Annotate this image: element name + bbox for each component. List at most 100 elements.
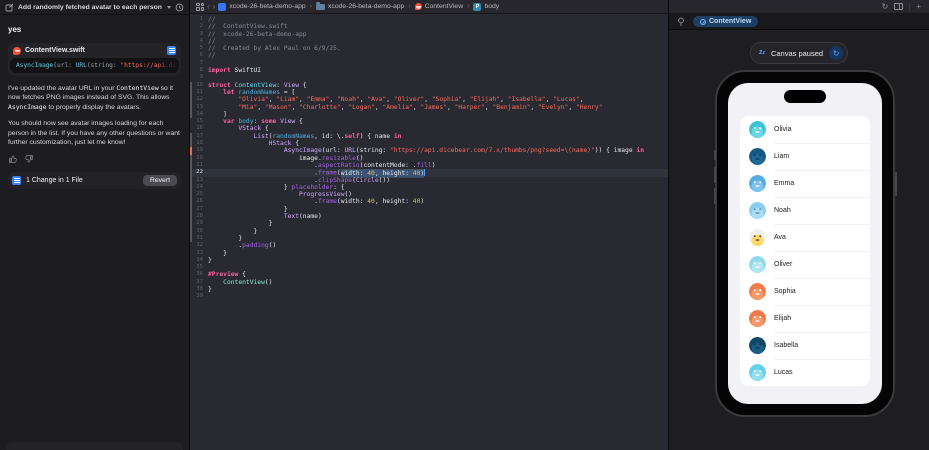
code-line-15[interactable]: 15 var body: some View { (190, 118, 668, 125)
tab-contentview[interactable]: ContentView (693, 16, 759, 27)
code-line-19[interactable]: 19 AsyncImage(url: URL(string: "https://… (190, 147, 668, 155)
avatar (749, 148, 766, 165)
thumbs-down-icon[interactable] (24, 154, 34, 164)
list-item[interactable]: Sophia (740, 278, 870, 305)
breadcrumb-item-property[interactable]: Pbody (473, 2, 499, 11)
breadcrumb-label: ContentView (424, 3, 464, 10)
history-icon[interactable] (175, 3, 184, 12)
code-line-23[interactable]: 23 .clipShape(Circle()) (190, 176, 668, 184)
breadcrumb-item-swift[interactable]: ContentView (414, 3, 464, 10)
line-number: 35 (196, 264, 203, 271)
refresh-canvas-icon[interactable]: ↻ (882, 2, 889, 11)
code-line-33[interactable]: 33 } (190, 250, 668, 257)
code-line-22[interactable]: 22 .frame(width: 40, height: 40) (190, 169, 668, 177)
resume-canvas-button[interactable]: ↻ (829, 46, 844, 60)
preview-canvas-panel: ↻ + ContentView zz Canvas paused ↻ Olivi (668, 0, 929, 450)
list-item[interactable]: Emma (740, 170, 870, 197)
code-line-5[interactable]: 5// Created by Alex Paul on 6/9/25. (190, 45, 668, 52)
file-change-card[interactable]: ContentView.swift AsyncImage(url: URL(st… (8, 43, 181, 76)
code-line-27[interactable]: 27 } (190, 205, 668, 214)
code-line-25[interactable]: 25 ProgressView() (190, 191, 668, 199)
avatar (749, 175, 766, 192)
code-line-12[interactable]: 12 "Olivia", "Liam", "Emma", "Noah", "Av… (190, 96, 668, 104)
related-items-icon[interactable] (196, 2, 204, 11)
code-line-36[interactable]: 36 #Preview { (190, 271, 668, 278)
person-name: Noah (774, 207, 791, 214)
person-name: Sophia (774, 288, 796, 295)
canvas-tab-bar: ContentView (669, 14, 929, 30)
thumbs-up-icon[interactable] (8, 154, 18, 164)
code-line-16[interactable]: 16 VStack { (190, 125, 668, 132)
list-item[interactable]: Lucas (740, 359, 870, 386)
chat-input-field[interactable] (6, 442, 183, 450)
user-message: yes (8, 25, 22, 34)
add-preview-icon[interactable]: + (916, 2, 921, 11)
list-item[interactable]: Isabella (740, 332, 870, 359)
code-line-1[interactable]: 1// (190, 16, 668, 23)
back-icon[interactable]: ‹ (207, 2, 210, 11)
chat-session-title[interactable]: Add randomly fetched avatar to each pers… (18, 4, 163, 11)
code-line-26[interactable]: 26 .frame(width: 40, height: 40) (190, 198, 668, 206)
dynamic-island (784, 90, 826, 103)
code-line-30[interactable]: 30 } (190, 227, 668, 235)
people-list[interactable]: Olivia Liam Emma Noah Ava Oliver Sophia Elijah I… (740, 116, 870, 386)
pin-icon[interactable] (677, 17, 685, 27)
split-view-icon[interactable] (894, 3, 904, 10)
line-number: 4 (199, 37, 203, 44)
forward-icon[interactable]: › (213, 2, 216, 11)
code-line-7[interactable]: 7 (190, 60, 668, 67)
list-item[interactable]: Noah (740, 197, 870, 224)
code-line-13[interactable]: 13 "Mia", "Mason", "Charlotte", "Logan",… (190, 103, 668, 111)
line-number: 13 (196, 103, 203, 110)
code-line-20[interactable]: 20 image.resizable() (190, 154, 668, 162)
code-line-6[interactable]: 6// (190, 52, 668, 59)
breadcrumb-item-app[interactable]: xcode-26-beta-demo-app (218, 2, 306, 11)
chevron-down-icon[interactable] (167, 5, 171, 9)
code-line-11[interactable]: 11 let randomNames = [ (190, 88, 668, 97)
code-snippet[interactable]: AsyncImage(url: URL(string: "https://api… (10, 58, 179, 73)
new-chat-icon[interactable] (5, 3, 14, 12)
code-line-32[interactable]: 32 .padding() (190, 242, 668, 249)
line-number: 10 (196, 81, 203, 88)
code-line-29[interactable]: 29 } (190, 220, 668, 228)
revert-button[interactable]: Revert (142, 175, 177, 187)
line-number: 5 (199, 45, 203, 52)
code-line-39[interactable]: 39 (190, 293, 668, 300)
code-line-31[interactable]: 31 } (190, 234, 668, 243)
code-line-35[interactable]: 35 (190, 264, 668, 271)
code-line-9[interactable]: 9 (190, 74, 668, 81)
code-line-17[interactable]: 17 List(randomNames, id: \.self) { name … (190, 132, 668, 141)
toolbar-divider (909, 2, 911, 11)
avatar (749, 310, 766, 327)
list-item[interactable]: Oliver (740, 251, 870, 278)
code-lines[interactable]: 1//2// ContentView.swift 3// xcode-26-bet… (190, 14, 668, 301)
line-number: 8 (199, 67, 203, 74)
iphone-preview: Olivia Liam Emma Noah Ava Oliver Sophia Elijah I… (713, 70, 897, 417)
avatar (749, 229, 766, 246)
code-line-24[interactable]: 24 } placeholder: { (190, 183, 668, 192)
breadcrumb-label: xcode-26-beta-demo-app (229, 3, 306, 10)
list-item[interactable]: Elijah (740, 305, 870, 332)
code-line-10[interactable]: 10 struct ContentView: View { (190, 81, 668, 89)
code-line-4[interactable]: 4// (190, 38, 668, 45)
list-item[interactable]: Ava (740, 224, 870, 251)
code-line-37[interactable]: 37 ContentView() (190, 279, 668, 286)
changes-summary-bar: 1 Change in 1 File Revert (8, 172, 181, 190)
assistant-paragraph-1: I've updated the avatar URL in your Cont… (8, 84, 174, 111)
list-item[interactable]: Liam (740, 143, 870, 170)
code-line-21[interactable]: 21 .aspectRatio(contentMode: .fill) (190, 161, 668, 170)
breadcrumb-item-folder[interactable]: xcode-26-beta-demo-app (316, 2, 404, 11)
line-number: 30 (196, 227, 203, 234)
list-item[interactable]: Olivia (740, 116, 870, 143)
code-line-28[interactable]: 28 Text(name) (190, 213, 668, 221)
code-line-14[interactable]: 14 ] (190, 110, 668, 119)
code-line-34[interactable]: 34} (190, 257, 668, 264)
line-number: 14 (196, 110, 203, 117)
code-line-38[interactable]: 38} (190, 286, 668, 293)
swift-file-icon (414, 3, 422, 10)
code-line-3[interactable]: 3// xcode-26-beta-demo-app (190, 31, 668, 38)
apply-change-badge-icon[interactable] (167, 46, 176, 55)
code-editor: ‹ › xcode-26-beta-demo-app › xcode-26-beta… (190, 0, 668, 450)
code-line-2[interactable]: 2// ContentView.swift (190, 23, 668, 30)
code-line-8[interactable]: 8 import SwiftUI (190, 67, 668, 74)
